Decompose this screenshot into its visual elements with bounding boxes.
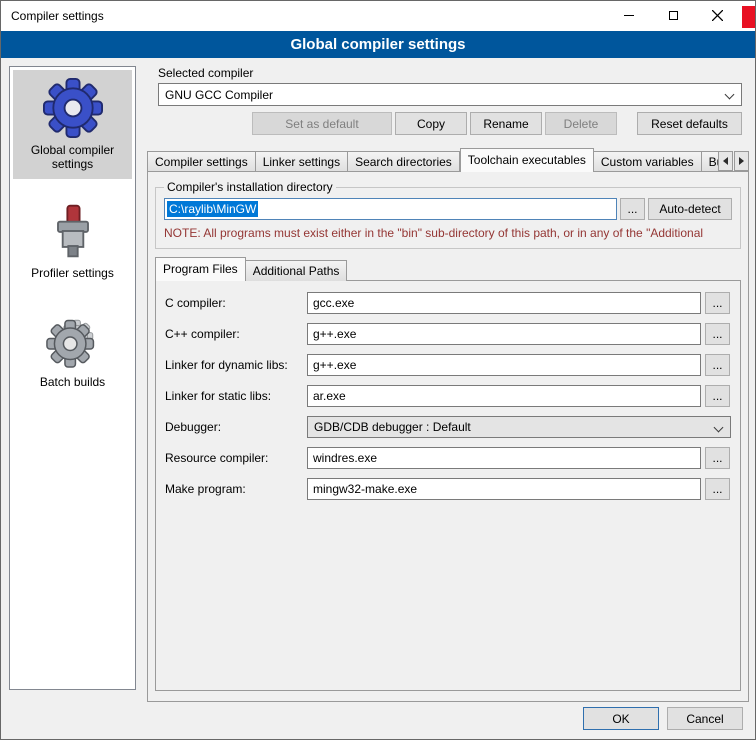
selected-compiler-value: GNU GCC Compiler xyxy=(165,88,273,102)
close-button[interactable] xyxy=(695,1,739,30)
maximize-button[interactable] xyxy=(651,1,695,30)
minimize-icon xyxy=(624,15,634,16)
sidebar-item-label: Batch builds xyxy=(40,375,105,389)
installation-directory-group-title: Compiler's installation directory xyxy=(164,180,336,194)
static-linker-browse-button[interactable]: ... xyxy=(705,385,730,407)
rename-button[interactable]: Rename xyxy=(470,112,542,135)
arrow-left-icon xyxy=(723,157,728,165)
sidebar-item-global-compiler-settings[interactable]: Global compiler settings xyxy=(13,70,132,179)
static-linker-label: Linker for static libs: xyxy=(165,389,303,403)
reset-defaults-button[interactable]: Reset defaults xyxy=(637,112,742,135)
program-files-page: C compiler: ... C++ compiler: ... Linker… xyxy=(155,280,741,691)
debugger-select[interactable]: GDB/CDB debugger : Default xyxy=(307,416,731,438)
field-row: C compiler: ... xyxy=(165,292,731,314)
tab-toolchain-executables[interactable]: Toolchain executables xyxy=(460,148,594,172)
selected-compiler-label: Selected compiler xyxy=(158,66,742,80)
arrow-right-icon xyxy=(739,157,744,165)
installation-directory-row: C:\raylib\MinGW ... Auto-detect xyxy=(164,198,732,220)
dynamic-linker-label: Linker for dynamic libs: xyxy=(165,358,303,372)
make-program-label: Make program: xyxy=(165,482,303,496)
installation-directory-group: Compiler's installation directory C:\ray… xyxy=(155,180,741,249)
sidebar-item-label: Profiler settings xyxy=(31,266,114,280)
compiler-settings-dialog: Compiler settings Global compiler settin… xyxy=(0,0,756,740)
cpp-compiler-input[interactable] xyxy=(307,323,701,345)
titlebar: Compiler settings xyxy=(1,1,755,31)
sidebar-item-batch-builds[interactable]: Batch builds xyxy=(13,302,132,397)
main-panel: Selected compiler GNU GCC Compiler Set a… xyxy=(147,61,749,702)
c-compiler-browse-button[interactable]: ... xyxy=(705,292,730,314)
caption-buttons xyxy=(607,1,739,30)
background-close-button xyxy=(742,6,755,28)
chevron-down-icon xyxy=(714,423,724,433)
installation-directory-browse-button[interactable]: ... xyxy=(620,198,645,220)
tab-additional-paths[interactable]: Additional Paths xyxy=(246,260,348,281)
selected-compiler-select[interactable]: GNU GCC Compiler xyxy=(158,83,742,106)
c-compiler-label: C compiler: xyxy=(165,296,303,310)
tab-scroll-left-button[interactable] xyxy=(718,151,733,171)
cpp-compiler-label: C++ compiler: xyxy=(165,327,303,341)
bin-subdirectory-note: NOTE: All programs must exist either in … xyxy=(164,226,732,240)
tab-custom-variables[interactable]: Custom variables xyxy=(594,151,702,172)
tab-search-directories[interactable]: Search directories xyxy=(348,151,460,172)
dialog-buttons: OK Cancel xyxy=(583,707,743,730)
resource-compiler-input[interactable] xyxy=(307,447,701,469)
compiler-actions: Set as default Copy Rename Delete Reset … xyxy=(158,112,742,135)
installation-directory-value: C:\raylib\MinGW xyxy=(167,201,258,217)
debugger-label: Debugger: xyxy=(165,420,303,434)
set-as-default-button: Set as default xyxy=(252,112,392,135)
field-row: Resource compiler: ... xyxy=(165,447,731,469)
cpp-compiler-browse-button[interactable]: ... xyxy=(705,323,730,345)
settings-tabs: Compiler settings Linker settings Search… xyxy=(147,148,749,172)
gear-gray-icon xyxy=(43,310,103,370)
page-title: Global compiler settings xyxy=(1,31,755,58)
field-row: Debugger: GDB/CDB debugger : Default xyxy=(165,416,731,438)
tab-scroll-right-button[interactable] xyxy=(734,151,749,171)
make-program-input[interactable] xyxy=(307,478,701,500)
auto-detect-button[interactable]: Auto-detect xyxy=(648,198,732,220)
chevron-down-icon xyxy=(725,90,735,100)
settings-category-list: Global compiler settings Profiler settin… xyxy=(9,66,136,690)
tab-scroll-buttons xyxy=(718,151,749,171)
sidebar-item-profiler-settings[interactable]: Profiler settings xyxy=(13,193,132,288)
copy-button[interactable]: Copy xyxy=(395,112,467,135)
tab-program-files[interactable]: Program Files xyxy=(155,257,246,281)
debugger-value: GDB/CDB debugger : Default xyxy=(314,420,471,434)
installation-directory-input[interactable]: C:\raylib\MinGW xyxy=(164,198,617,220)
make-program-browse-button[interactable]: ... xyxy=(705,478,730,500)
profiler-tool-icon xyxy=(43,201,103,261)
toolchain-executables-page: Compiler's installation directory C:\ray… xyxy=(147,171,749,702)
static-linker-input[interactable] xyxy=(307,385,701,407)
c-compiler-input[interactable] xyxy=(307,292,701,314)
sidebar-item-label: Global compiler settings xyxy=(15,143,130,171)
minimize-button[interactable] xyxy=(607,1,651,30)
dynamic-linker-input[interactable] xyxy=(307,354,701,376)
tab-compiler-settings[interactable]: Compiler settings xyxy=(147,151,256,172)
close-icon xyxy=(712,10,723,21)
delete-button: Delete xyxy=(545,112,617,135)
cancel-button[interactable]: Cancel xyxy=(667,707,743,730)
resource-compiler-browse-button[interactable]: ... xyxy=(705,447,730,469)
field-row: Linker for dynamic libs: ... xyxy=(165,354,731,376)
maximize-icon xyxy=(669,11,678,20)
tab-linker-settings[interactable]: Linker settings xyxy=(256,151,348,172)
window-title: Compiler settings xyxy=(1,9,104,23)
ok-button[interactable]: OK xyxy=(583,707,659,730)
program-tabs: Program Files Additional Paths xyxy=(155,258,741,281)
field-row: Make program: ... xyxy=(165,478,731,500)
field-row: C++ compiler: ... xyxy=(165,323,731,345)
field-row: Linker for static libs: ... xyxy=(165,385,731,407)
resource-compiler-label: Resource compiler: xyxy=(165,451,303,465)
gear-blue-icon xyxy=(43,78,103,138)
dynamic-linker-browse-button[interactable]: ... xyxy=(705,354,730,376)
